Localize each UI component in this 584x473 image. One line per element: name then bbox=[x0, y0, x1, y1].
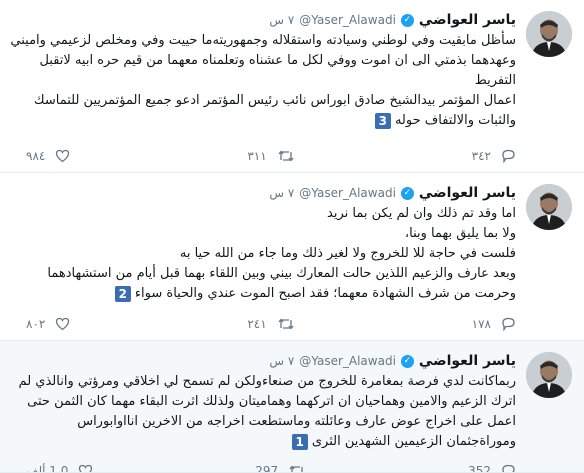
tweet-actions: 352 297 1.0 ألف bbox=[26, 464, 516, 473]
heart-icon bbox=[55, 149, 70, 163]
avatar[interactable] bbox=[526, 11, 572, 57]
tweet-text-content: ربماكانت لدي فرصة بمغامرة للخروج من صنعا… bbox=[18, 374, 516, 449]
retweet-icon bbox=[277, 317, 295, 331]
tweet-timestamp[interactable]: ٧ س bbox=[269, 354, 294, 368]
user-display-name[interactable]: ياسر العواضي bbox=[419, 185, 516, 201]
retweet-button[interactable]: 297 bbox=[255, 464, 306, 473]
tweet-text-content: سأظل مابقيت وفي لوطني وسيادته واستقلاله … bbox=[10, 33, 516, 128]
avatar[interactable] bbox=[526, 352, 572, 398]
user-display-name[interactable]: ياسر العواضي bbox=[419, 12, 516, 28]
retweet-button[interactable]: ٢٤١ bbox=[247, 317, 294, 331]
reply-button[interactable]: ٣٤٢ bbox=[472, 149, 516, 163]
reply-button[interactable]: 352 bbox=[468, 464, 516, 473]
like-button[interactable]: 1.0 ألف bbox=[26, 464, 93, 473]
tweet-actions: ٣٤٢ ٣١١ ٩٨٤ bbox=[26, 149, 516, 163]
user-handle[interactable]: @Yaser_Alawadi bbox=[299, 186, 396, 200]
like-count: ٩٨٤ bbox=[26, 149, 46, 163]
tweet-text: ربماكانت لدي فرصة بمغامرة للخروج من صنعا… bbox=[10, 372, 516, 452]
retweet-count: 297 bbox=[255, 464, 279, 473]
tweet-text: اما وقد تم ذلك وان لم يكن بما نريد ولا ب… bbox=[10, 204, 516, 304]
verified-badge-icon: ✓ bbox=[400, 186, 414, 200]
number-badge: 3 bbox=[374, 112, 391, 129]
reply-button[interactable]: ١٧٨ bbox=[472, 317, 516, 331]
tweet-feed: ٧ س @Yaser_Alawadi ✓ ياسر العواضي سأظل م… bbox=[0, 0, 584, 473]
retweet-button[interactable]: ٣١١ bbox=[247, 149, 294, 163]
reply-icon bbox=[501, 464, 516, 472]
retweet-count: ٣١١ bbox=[247, 149, 267, 163]
user-handle[interactable]: @Yaser_Alawadi bbox=[299, 13, 396, 27]
tweet-timestamp[interactable]: ٧ س bbox=[269, 13, 294, 27]
retweet-count: ٢٤١ bbox=[247, 317, 267, 331]
like-count: ٨٠٢ bbox=[26, 317, 46, 331]
tweet-timestamp[interactable]: ٧ س bbox=[269, 186, 294, 200]
number-badge: 1 bbox=[291, 433, 308, 450]
reply-count: 352 bbox=[468, 464, 491, 473]
user-display-name[interactable]: ياسر العواضي bbox=[419, 353, 516, 369]
like-count: 1.0 ألف bbox=[26, 464, 69, 473]
like-button[interactable]: ٩٨٤ bbox=[26, 149, 70, 163]
like-button[interactable]: ٨٠٢ bbox=[26, 317, 70, 331]
reply-count: ١٧٨ bbox=[471, 317, 491, 331]
retweet-icon bbox=[277, 149, 295, 163]
heart-icon bbox=[55, 317, 70, 331]
retweet-icon bbox=[288, 464, 306, 472]
reply-icon bbox=[501, 317, 516, 331]
reply-icon bbox=[501, 149, 516, 163]
heart-icon bbox=[78, 464, 93, 472]
verified-badge-icon: ✓ bbox=[400, 354, 414, 368]
tweet[interactable]: ٧ س @Yaser_Alawadi ✓ ياسر العواضي سأظل م… bbox=[0, 0, 584, 173]
number-badge: 2 bbox=[114, 285, 131, 302]
avatar[interactable] bbox=[526, 184, 572, 230]
tweet-text: سأظل مابقيت وفي لوطني وسيادته واستقلاله … bbox=[10, 31, 516, 131]
tweet[interactable]: ٧ س @Yaser_Alawadi ✓ ياسر العواضي اما وق… bbox=[0, 173, 584, 341]
tweet[interactable]: ٧ س @Yaser_Alawadi ✓ ياسر العواضي ربماكا… bbox=[0, 341, 584, 473]
tweet-actions: ١٧٨ ٢٤١ ٨٠٢ bbox=[26, 317, 516, 331]
verified-badge-icon: ✓ bbox=[400, 13, 414, 27]
user-handle[interactable]: @Yaser_Alawadi bbox=[299, 354, 396, 368]
reply-count: ٣٤٢ bbox=[471, 149, 491, 163]
